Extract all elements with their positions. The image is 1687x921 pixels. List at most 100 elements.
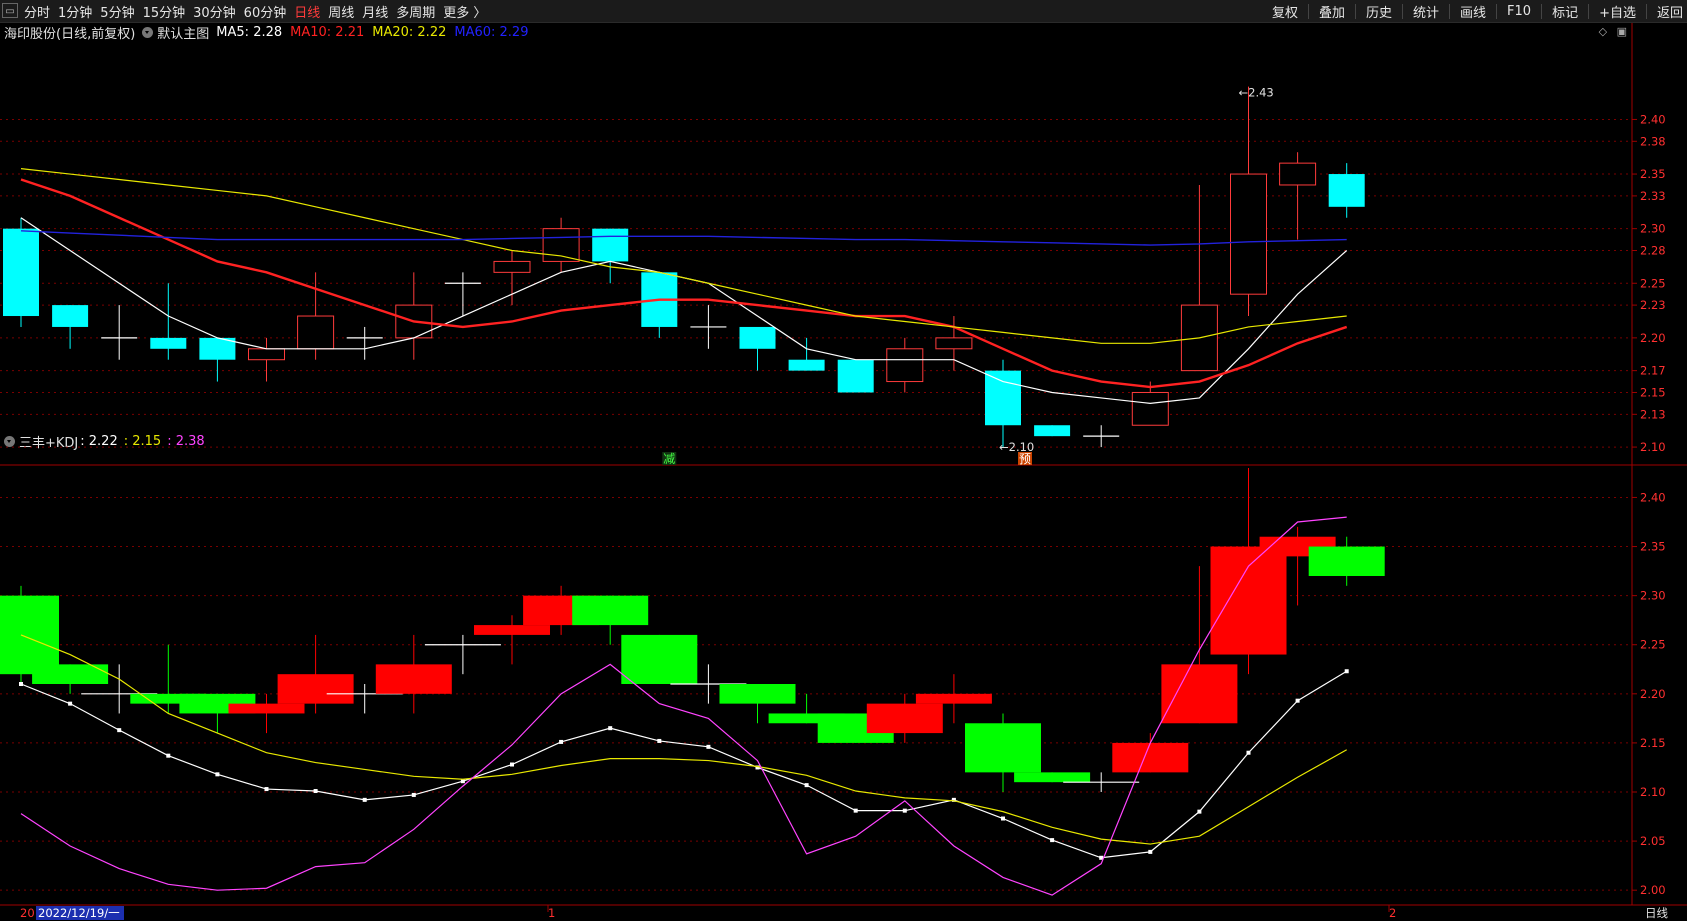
toolbar-separator — [1449, 4, 1451, 19]
y-tick-label: 2.10 — [1640, 440, 1666, 454]
series-dot — [853, 808, 858, 813]
candle-body — [788, 359, 825, 371]
candle-body — [277, 674, 354, 704]
candle-body — [474, 625, 550, 635]
candle-body — [621, 634, 698, 684]
candle — [277, 634, 354, 714]
series-dot — [215, 772, 220, 777]
tool-button-1[interactable]: 叠加 — [1319, 2, 1345, 21]
candle — [444, 272, 481, 317]
series-line-ma60 — [20, 230, 1347, 246]
period-tab-4[interactable]: 30分钟 — [193, 2, 236, 21]
period-tabs: 分时 1分钟 5分钟 15分钟 30分钟 60分钟 日线 周线 月线 多周期 更多 〉 — [24, 0, 494, 23]
candle-body — [248, 348, 285, 361]
y-tick-label: 2.10 — [1640, 785, 1666, 799]
candle — [1180, 184, 1218, 372]
kline-chart[interactable]: 2.10 2.13 2.15 2.17 2.20 2.23 2.25 2.28 2.30 2.33… — [0, 23, 1687, 921]
candle — [101, 305, 138, 360]
candle — [1034, 425, 1071, 437]
candle-body — [1230, 173, 1267, 295]
tool-button-7[interactable]: +自选 — [1599, 2, 1636, 21]
candle — [375, 634, 452, 714]
period-tab-0[interactable]: 分时 — [24, 2, 50, 21]
candle-body — [493, 260, 531, 273]
candle-body — [935, 337, 973, 350]
toolbar-separator — [1541, 4, 1543, 19]
period-label: 日线 — [1645, 906, 1668, 920]
series-dot — [1344, 669, 1349, 674]
candle-body — [0, 595, 59, 675]
series-dot — [510, 762, 514, 767]
period-tab-6[interactable]: 日线 — [294, 2, 320, 21]
period-tab-5[interactable]: 60分钟 — [244, 2, 287, 21]
series-dot — [68, 701, 73, 706]
x-axis-start-label: 20 — [20, 906, 35, 920]
y-tick-label: 2.00 — [1640, 883, 1666, 897]
candle — [1328, 163, 1365, 218]
candle-body — [3, 228, 39, 317]
candle-body — [1279, 162, 1317, 186]
toolbar-separator — [1645, 4, 1647, 19]
candle-body — [52, 305, 89, 327]
y-tick-label: 2.17 — [1640, 364, 1666, 378]
candle-body — [150, 337, 187, 349]
period-tab-8[interactable]: 月线 — [362, 2, 388, 21]
candle-body — [1112, 742, 1189, 773]
y-tick-label: 2.20 — [1640, 687, 1666, 701]
candle-body — [1161, 664, 1238, 724]
y-tick-label: 2.15 — [1640, 385, 1666, 399]
period-tab-9[interactable]: 多周期 — [396, 2, 435, 21]
y-tick-label: 2.25 — [1640, 276, 1666, 290]
y-tick-label: 2.28 — [1640, 244, 1666, 258]
candle-body — [965, 723, 1041, 773]
toolbar-separator — [1496, 4, 1498, 19]
tool-button-6[interactable]: 标记 — [1552, 2, 1578, 21]
toolbar-separator — [1354, 4, 1356, 19]
period-tab-10[interactable]: 更多 〉 — [443, 2, 486, 21]
series-dot — [706, 744, 711, 749]
y-tick-label: 2.38 — [1640, 134, 1666, 148]
series-dot — [1295, 698, 1300, 703]
period-tab-3[interactable]: 15分钟 — [143, 2, 186, 21]
candle — [690, 305, 727, 349]
candle — [32, 664, 109, 694]
candle-body — [1034, 425, 1071, 437]
candle-body — [739, 326, 776, 349]
series-dot — [1050, 838, 1055, 843]
top-toolbar: ▭ 分时 1分钟 5分钟 15分钟 30分钟 60分钟 日线 周线 月线 多周期 更多 〉 复权 叠加… — [0, 0, 1687, 23]
tool-buttons: 复权 叠加 历史 统计 画线 F10 标记 +自选 返回 — [1262, 0, 1683, 23]
y-tick-label: 2.40 — [1640, 112, 1666, 126]
candle — [542, 217, 580, 273]
tool-button-8[interactable]: 返回 — [1657, 2, 1683, 21]
y-tick-label: 2.15 — [1640, 736, 1666, 750]
candle — [199, 337, 236, 382]
candle-body — [1328, 174, 1365, 207]
candle-body — [228, 703, 305, 714]
candle — [837, 359, 874, 393]
period-tab-7[interactable]: 周线 — [328, 2, 354, 21]
series-dot — [1246, 750, 1251, 755]
tool-button-3[interactable]: 统计 — [1413, 2, 1439, 21]
toolbar-separator — [1307, 4, 1309, 19]
period-tab-1[interactable]: 1分钟 — [58, 2, 92, 21]
candle — [1014, 772, 1091, 783]
tool-button-5[interactable]: F10 — [1507, 4, 1531, 19]
collapse-icon[interactable]: ▭ — [2, 3, 18, 18]
period-tab-2[interactable]: 5分钟 — [100, 2, 134, 21]
tool-button-2[interactable]: 历史 — [1366, 2, 1392, 21]
candle — [621, 634, 698, 684]
tool-button-0[interactable]: 复权 — [1272, 2, 1298, 21]
x-month-label: 1 — [548, 906, 555, 920]
event-marker-yu: 预 — [1019, 452, 1031, 466]
candle — [1083, 425, 1120, 448]
series-dot — [804, 783, 809, 788]
y-tick-label: 2.30 — [1640, 222, 1666, 236]
candle — [739, 326, 776, 371]
y-tick-label: 2.05 — [1640, 834, 1666, 848]
tool-button-4[interactable]: 画线 — [1460, 2, 1486, 21]
candle — [52, 305, 89, 349]
y-tick-label: 2.35 — [1640, 167, 1666, 181]
candle — [1230, 86, 1267, 317]
candle — [788, 337, 825, 371]
candle-body — [592, 228, 629, 262]
